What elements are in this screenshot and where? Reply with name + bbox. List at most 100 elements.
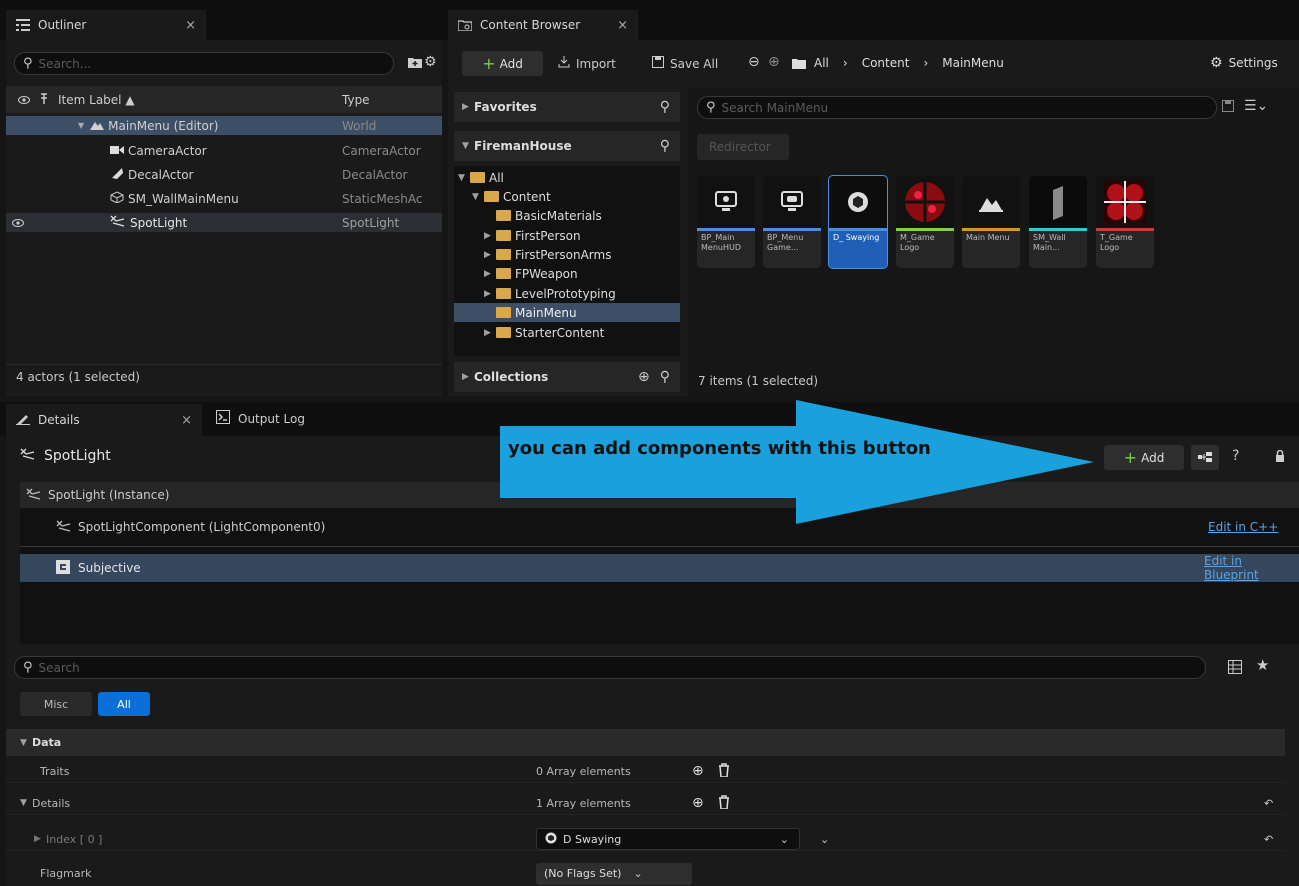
details-search[interactable]: ⚲ Search: [14, 656, 1206, 679]
pin-icon[interactable]: [40, 92, 48, 107]
tree-label: FirstPerson: [515, 228, 581, 243]
filter-all[interactable]: All: [98, 692, 150, 716]
filter-misc[interactable]: Misc: [20, 692, 92, 716]
add-button[interactable]: + Add: [462, 51, 543, 76]
search-icon[interactable]: ⚲: [660, 99, 670, 115]
prop-row-flagmark: Flagmark (No Flags Set) ⌄: [6, 862, 1285, 885]
spotlight-icon: [20, 448, 36, 464]
outliner-search[interactable]: ⚲ Search...: [14, 52, 394, 75]
add-element-icon[interactable]: ⊕: [692, 795, 704, 811]
blueprint-button[interactable]: [1191, 445, 1219, 470]
forward-icon[interactable]: ⊕: [768, 54, 780, 70]
filter-chip-redirector[interactable]: Redirector: [697, 134, 789, 160]
outliner-row-decal[interactable]: DecalActor DecalActor: [6, 165, 442, 184]
outliner-row-camera[interactable]: CameraActor CameraActor: [6, 141, 442, 160]
prop-value: 1 Array elements: [536, 796, 631, 810]
component-row-subjective[interactable]: Subjective Edit in Blueprint: [20, 554, 1299, 582]
prop-row-traits: Traits 0 Array elements ⊕: [6, 760, 1285, 783]
chevron-down-icon[interactable]: ▼: [20, 798, 32, 808]
add-element-icon[interactable]: ⊕: [692, 763, 704, 779]
tab-content-browser[interactable]: Content Browser ×: [448, 10, 638, 40]
tree-item-startercontent[interactable]: ▶ StarterContent: [454, 323, 680, 342]
asset-picker-value: D Swaying: [563, 832, 622, 846]
camera-icon: [110, 144, 124, 158]
tab-details[interactable]: Details ×: [6, 404, 202, 436]
flags-dropdown[interactable]: (No Flags Set) ⌄: [536, 862, 692, 885]
edit-cpp-link[interactable]: Edit in C++: [1208, 520, 1278, 534]
save-all-button[interactable]: Save All: [652, 56, 718, 71]
outliner-row-spotlight[interactable]: SpotLight SpotLight: [6, 213, 442, 232]
reset-icon[interactable]: ↶: [1264, 797, 1273, 810]
import-label: Import: [576, 56, 616, 71]
asset-tile-m-game-logo[interactable]: M_Game Logo: [896, 176, 954, 268]
search-input[interactable]: Search MainMenu: [722, 101, 829, 115]
chevron-right-icon: ▶: [484, 268, 491, 279]
search-icon[interactable]: ⚲: [660, 369, 670, 385]
blueprint-icon: [697, 176, 755, 228]
row-type: World: [342, 118, 377, 133]
search-input[interactable]: Search...: [39, 57, 92, 71]
asset-label: Main Menu: [966, 233, 1010, 242]
eye-icon[interactable]: [12, 216, 24, 230]
tree-item-mainmenu[interactable]: MainMenu: [454, 303, 680, 322]
gear-icon[interactable]: ⚙: [424, 54, 437, 70]
tab-outliner[interactable]: Outliner ×: [6, 10, 206, 40]
tree-item-basicmaterials[interactable]: BasicMaterials: [454, 206, 680, 225]
outliner-row-mainmenu[interactable]: ▼ MainMenu (Editor) World: [6, 116, 442, 135]
asset-picker[interactable]: D Swaying ⌄: [536, 828, 800, 850]
tree-item-levelprototyping[interactable]: ▶ LevelPrototyping: [454, 284, 680, 303]
search-input[interactable]: Search: [39, 661, 80, 675]
trash-icon[interactable]: [718, 762, 730, 780]
table-view-icon[interactable]: [1228, 660, 1242, 677]
outliner-row-wall[interactable]: SM_WallMainMenu StaticMeshAc: [6, 189, 442, 208]
trash-icon[interactable]: [718, 794, 730, 812]
help-icon[interactable]: ?: [1232, 448, 1239, 464]
asset-tile-sm-wall-main[interactable]: SM_Wall Main...: [1029, 176, 1087, 268]
close-icon[interactable]: ×: [181, 413, 192, 428]
breadcrumb-item[interactable]: MainMenu: [942, 56, 1004, 70]
project-header[interactable]: ▼ FiremanHouse ⚲: [454, 131, 680, 161]
edit-blueprint-link[interactable]: Edit in Blueprint: [1204, 554, 1299, 582]
star-icon[interactable]: ★: [1256, 656, 1269, 674]
chevron-down-icon[interactable]: ⌄: [820, 833, 829, 846]
asset-tile-bp-main-menuhud[interactable]: BP_Main MenuHUD: [697, 176, 755, 268]
chevron-right-icon[interactable]: ▶: [34, 834, 46, 844]
add-folder-icon[interactable]: [408, 56, 422, 72]
back-icon[interactable]: ⊖: [748, 54, 760, 70]
close-icon[interactable]: ×: [185, 18, 196, 33]
tree-item-content[interactable]: ▼ Content: [454, 187, 680, 206]
breadcrumb-item[interactable]: All: [814, 56, 829, 70]
tab-output-log[interactable]: Output Log: [216, 410, 305, 427]
add-component-button[interactable]: + Add: [1104, 445, 1184, 470]
col-type[interactable]: Type: [342, 93, 370, 107]
settings-button[interactable]: ⚙ Settings: [1210, 55, 1278, 71]
asset-tile-main-menu[interactable]: Main Menu: [962, 176, 1020, 268]
reset-icon[interactable]: ↶: [1264, 833, 1273, 846]
favorites-header[interactable]: ▶ Favorites ⚲: [454, 92, 680, 122]
lock-icon[interactable]: [1275, 449, 1285, 465]
tree-item-firstpersonarms[interactable]: ▶ FirstPersonArms: [454, 245, 680, 264]
eye-icon[interactable]: [18, 93, 30, 107]
asset-tile-d-swaying[interactable]: D_ Swaying: [828, 175, 888, 269]
filter-icon[interactable]: ☰⌄: [1244, 98, 1268, 114]
add-collection-icon[interactable]: ⊕: [638, 369, 650, 385]
static-mesh-thumbnail: [1029, 176, 1087, 228]
section-data-header[interactable]: ▼ Data: [6, 729, 1285, 756]
collections-header[interactable]: ▶ Collections ⊕ ⚲: [454, 362, 680, 392]
tree-item-firstperson[interactable]: ▶ FirstPerson: [454, 226, 680, 245]
breadcrumb: All › Content › MainMenu: [814, 56, 1004, 70]
import-button[interactable]: Import: [558, 56, 616, 71]
actor-name[interactable]: SpotLight: [44, 448, 111, 464]
flags-dropdown-value: (No Flags Set): [544, 867, 622, 880]
col-item-label[interactable]: Item Label ▲: [58, 93, 135, 107]
search-icon[interactable]: ⚲: [660, 138, 670, 154]
chevron-down-icon[interactable]: ▼: [78, 121, 84, 130]
tree-item-fpweapon[interactable]: ▶ FPWeapon: [454, 264, 680, 283]
tree-item-all[interactable]: ▼ All: [454, 168, 680, 187]
asset-search[interactable]: ⚲ Search MainMenu: [697, 96, 1217, 119]
asset-tile-t-game-logo[interactable]: T_Game Logo: [1096, 176, 1154, 268]
breadcrumb-item[interactable]: Content: [862, 56, 910, 70]
save-search-icon[interactable]: [1222, 100, 1234, 115]
asset-tile-bp-menu-game[interactable]: BP_Menu Game...: [763, 176, 821, 268]
close-icon[interactable]: ×: [617, 18, 628, 33]
